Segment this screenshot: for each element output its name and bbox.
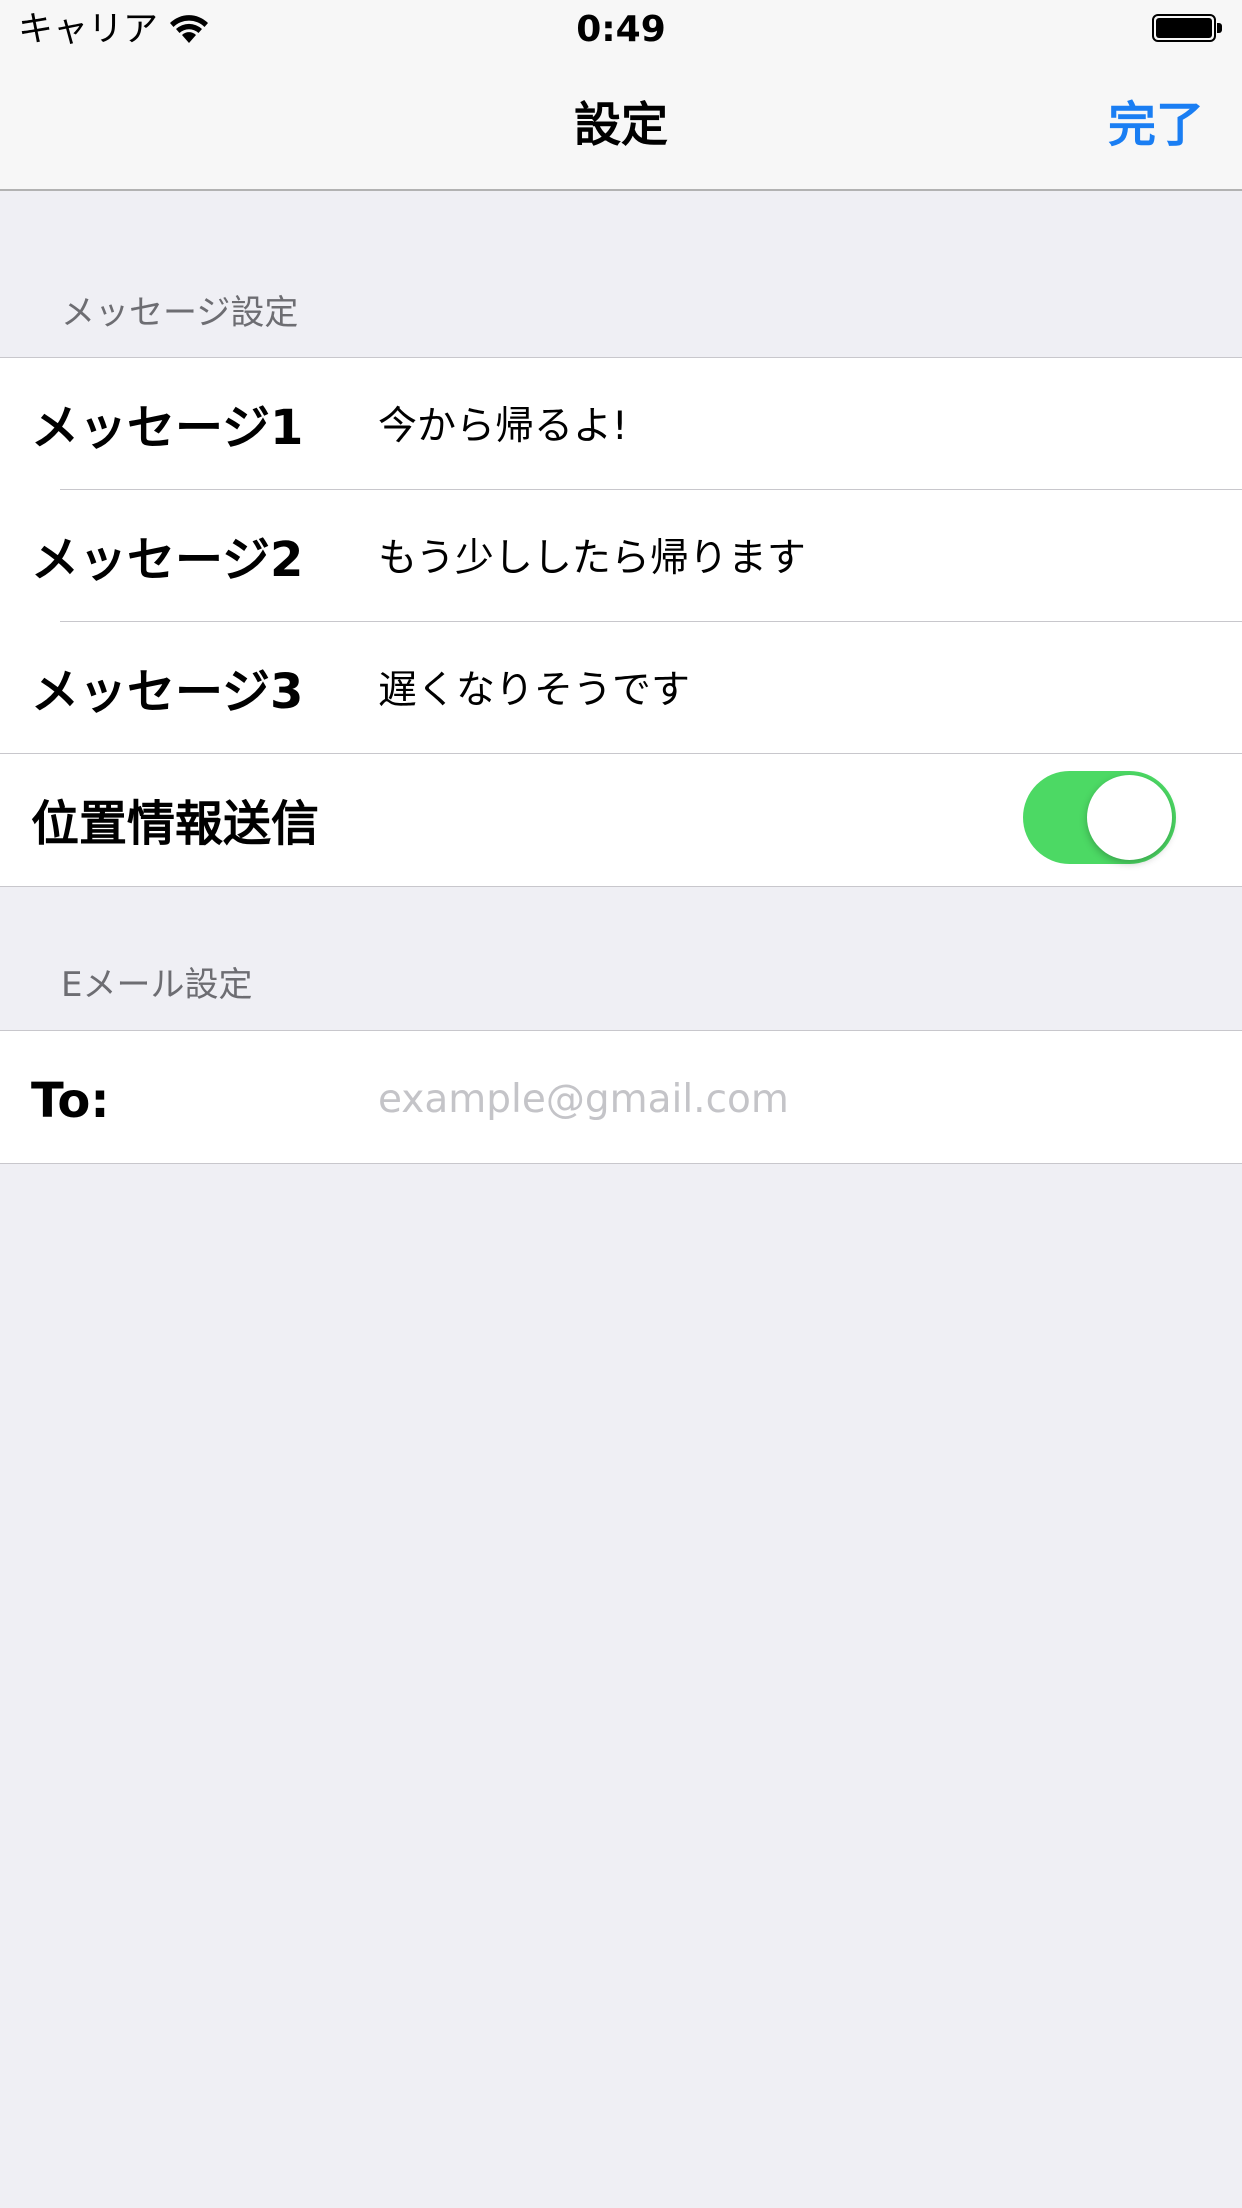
message-2-label: メッセージ2 (31, 532, 304, 588)
email-field[interactable]: example@gmail.com (378, 1075, 789, 1125)
message-settings-group: メッセージ1 今から帰るよ! メッセージ2 もう少ししたら帰ります メッセージ3… (0, 357, 1242, 887)
message-3-field[interactable]: 遅くなりそうです (378, 666, 690, 716)
status-bar: キャリア 0:49 (0, 0, 1242, 62)
toggle-knob (1087, 775, 1172, 860)
location-toggle[interactable] (1023, 771, 1176, 864)
location-label: 位置情報送信 (31, 796, 320, 852)
location-row: 位置情報送信 (0, 754, 1242, 886)
to-label: To: (31, 1073, 110, 1129)
done-button[interactable]: 完了 (1108, 96, 1204, 154)
message-1-label: メッセージ1 (31, 400, 304, 456)
navigation-bar: 設定 完了 (0, 62, 1242, 191)
email-row[interactable]: To: example@gmail.com (0, 1031, 1242, 1163)
page-title: 設定 (574, 98, 668, 153)
status-time: 0:49 (576, 9, 666, 50)
message-row-1[interactable]: メッセージ1 今から帰るよ! (0, 358, 1242, 490)
battery-icon (1152, 14, 1224, 46)
message-3-label: メッセージ3 (31, 664, 304, 720)
email-settings-group: To: example@gmail.com (0, 1030, 1242, 1164)
message-1-field[interactable]: 今から帰るよ! (378, 402, 628, 452)
message-row-3[interactable]: メッセージ3 遅くなりそうです (0, 622, 1242, 754)
message-2-field[interactable]: もう少ししたら帰ります (378, 534, 806, 584)
section-header-email: Eメール設定 (61, 965, 253, 1005)
message-row-2[interactable]: メッセージ2 もう少ししたら帰ります (0, 490, 1242, 622)
section-header-message: メッセージ設定 (61, 293, 299, 333)
